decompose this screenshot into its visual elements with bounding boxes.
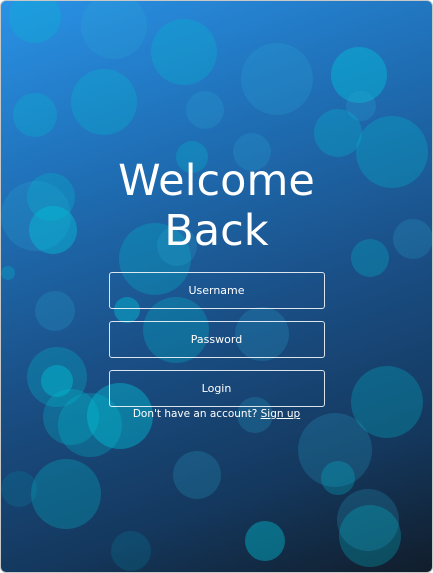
signup-prompt-text: Don't have an account? xyxy=(132,408,258,420)
login-form: Welcome Back Login Don't have an account… xyxy=(1,156,432,420)
password-input[interactable] xyxy=(108,321,325,358)
welcome-title: Welcome Back xyxy=(118,156,315,256)
login-button[interactable]: Login xyxy=(108,370,325,407)
signup-prompt-line: Don't have an account? Sign up xyxy=(133,408,300,420)
login-screen: Welcome Back Login Don't have an account… xyxy=(0,0,433,573)
username-input[interactable] xyxy=(108,272,325,309)
signup-link[interactable]: Sign up xyxy=(261,408,301,420)
